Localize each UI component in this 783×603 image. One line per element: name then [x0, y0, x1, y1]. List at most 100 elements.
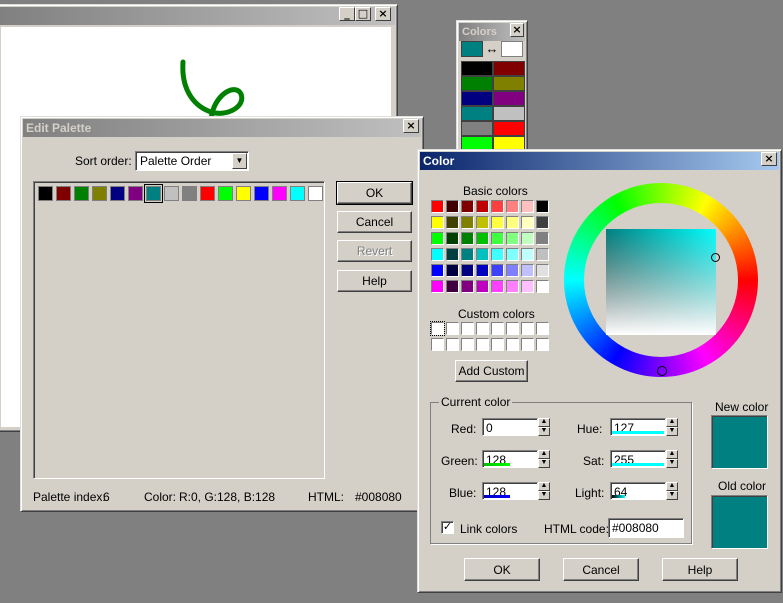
link-colors-checkbox[interactable]: ✓: [441, 521, 454, 534]
spin-up-icon[interactable]: ▲: [666, 450, 678, 459]
basic-color-swatch[interactable]: [476, 216, 489, 229]
color-ok-button[interactable]: OK: [464, 558, 540, 581]
toolbar-color-swatch[interactable]: [493, 121, 525, 136]
basic-color-swatch[interactable]: [521, 200, 534, 213]
toolbar-color-swatch[interactable]: [461, 91, 493, 106]
basic-color-swatch[interactable]: [506, 248, 519, 261]
basic-color-swatch[interactable]: [521, 248, 534, 261]
toolbar-color-swatch[interactable]: [461, 121, 493, 136]
custom-color-swatch[interactable]: [430, 321, 445, 336]
basic-color-swatch[interactable]: [461, 232, 474, 245]
background-color-swatch[interactable]: [501, 41, 523, 57]
spin-down-icon[interactable]: ▼: [538, 459, 550, 468]
minimize-icon[interactable]: _: [339, 7, 355, 21]
basic-color-swatch[interactable]: [431, 232, 444, 245]
palette-swatch[interactable]: [218, 186, 233, 201]
basic-color-swatch[interactable]: [491, 280, 504, 293]
basic-color-swatch[interactable]: [521, 232, 534, 245]
custom-color-swatch[interactable]: [506, 338, 519, 351]
basic-color-swatch[interactable]: [521, 264, 534, 277]
palette-swatch[interactable]: [144, 184, 163, 203]
basic-color-swatch[interactable]: [506, 216, 519, 229]
basic-color-swatch[interactable]: [536, 248, 549, 261]
blue-spinner[interactable]: 128 ▲ ▼: [482, 482, 552, 500]
ok-button[interactable]: OK: [336, 181, 413, 205]
custom-color-swatch[interactable]: [521, 322, 534, 335]
basic-color-swatch[interactable]: [461, 248, 474, 261]
custom-color-swatch[interactable]: [476, 338, 489, 351]
palette-swatch[interactable]: [308, 186, 323, 201]
basic-color-swatch[interactable]: [491, 232, 504, 245]
swap-colors-icon[interactable]: ↔: [485, 41, 499, 57]
toolbar-color-swatch[interactable]: [461, 106, 493, 121]
custom-color-swatch[interactable]: [491, 322, 504, 335]
basic-color-swatch[interactable]: [506, 232, 519, 245]
palette-swatch[interactable]: [92, 186, 107, 201]
basic-color-swatch[interactable]: [431, 248, 444, 261]
spin-up-icon[interactable]: ▲: [538, 482, 550, 491]
spin-down-icon[interactable]: ▼: [538, 427, 550, 436]
basic-color-swatch[interactable]: [491, 264, 504, 277]
custom-color-swatch[interactable]: [506, 322, 519, 335]
foreground-color-swatch[interactable]: [461, 41, 483, 57]
chevron-down-icon[interactable]: ▼: [232, 153, 247, 169]
palette-swatch[interactable]: [290, 186, 305, 201]
basic-color-swatch[interactable]: [431, 264, 444, 277]
basic-color-swatch[interactable]: [461, 280, 474, 293]
toolbar-color-swatch[interactable]: [493, 61, 525, 76]
edit-palette-close-icon[interactable]: ×: [403, 119, 419, 133]
basic-color-swatch[interactable]: [461, 200, 474, 213]
color-cancel-button[interactable]: Cancel: [563, 558, 639, 581]
toolbar-color-swatch[interactable]: [493, 106, 525, 121]
red-input[interactable]: 0: [482, 418, 538, 436]
palette-swatch[interactable]: [56, 186, 71, 201]
basic-color-swatch[interactable]: [536, 216, 549, 229]
basic-color-swatch[interactable]: [506, 264, 519, 277]
palette-area[interactable]: [33, 181, 325, 479]
html-code-input[interactable]: #008080: [608, 518, 684, 538]
palette-swatch[interactable]: [182, 186, 197, 201]
basic-color-swatch[interactable]: [476, 248, 489, 261]
palette-swatch[interactable]: [38, 186, 53, 201]
custom-color-swatch[interactable]: [461, 338, 474, 351]
add-custom-button[interactable]: Add Custom: [455, 360, 528, 382]
basic-color-swatch[interactable]: [446, 216, 459, 229]
basic-color-swatch[interactable]: [446, 232, 459, 245]
red-spinner[interactable]: 0 ▲ ▼: [482, 418, 552, 436]
basic-color-swatch[interactable]: [461, 264, 474, 277]
lightness-saturation-square[interactable]: [606, 229, 716, 335]
toolbar-color-swatch[interactable]: [461, 61, 493, 76]
basic-color-swatch[interactable]: [446, 280, 459, 293]
palette-swatch[interactable]: [128, 186, 143, 201]
palette-swatch[interactable]: [200, 186, 215, 201]
light-spinner[interactable]: 64 ▲ ▼: [610, 482, 680, 500]
color-dialog-close-icon[interactable]: ×: [761, 152, 777, 166]
basic-color-swatch[interactable]: [536, 264, 549, 277]
custom-color-swatch[interactable]: [536, 338, 549, 351]
help-button[interactable]: Help: [337, 270, 412, 292]
basic-color-swatch[interactable]: [536, 200, 549, 213]
palette-swatch[interactable]: [110, 186, 125, 201]
basic-color-swatch[interactable]: [506, 200, 519, 213]
spin-up-icon[interactable]: ▲: [538, 418, 550, 427]
toolbar-color-swatch[interactable]: [493, 91, 525, 106]
spin-down-icon[interactable]: ▼: [666, 491, 678, 500]
palette-swatch[interactable]: [236, 186, 251, 201]
spin-up-icon[interactable]: ▲: [666, 418, 678, 427]
spin-down-icon[interactable]: ▼: [538, 491, 550, 500]
basic-color-swatch[interactable]: [446, 264, 459, 277]
toolbar-color-swatch[interactable]: [461, 76, 493, 91]
basic-color-swatch[interactable]: [461, 216, 474, 229]
palette-swatch[interactable]: [272, 186, 287, 201]
spin-up-icon[interactable]: ▲: [538, 450, 550, 459]
colors-toolbar-close-icon[interactable]: ×: [510, 23, 524, 37]
green-spinner[interactable]: 128 ▲ ▼: [482, 450, 552, 468]
basic-color-swatch[interactable]: [476, 200, 489, 213]
color-help-button[interactable]: Help: [662, 558, 738, 581]
palette-swatch[interactable]: [254, 186, 269, 201]
basic-color-swatch[interactable]: [521, 280, 534, 293]
palette-swatch[interactable]: [74, 186, 89, 201]
color-wheel[interactable]: [564, 183, 758, 377]
basic-color-swatch[interactable]: [476, 280, 489, 293]
spin-down-icon[interactable]: ▼: [666, 427, 678, 436]
